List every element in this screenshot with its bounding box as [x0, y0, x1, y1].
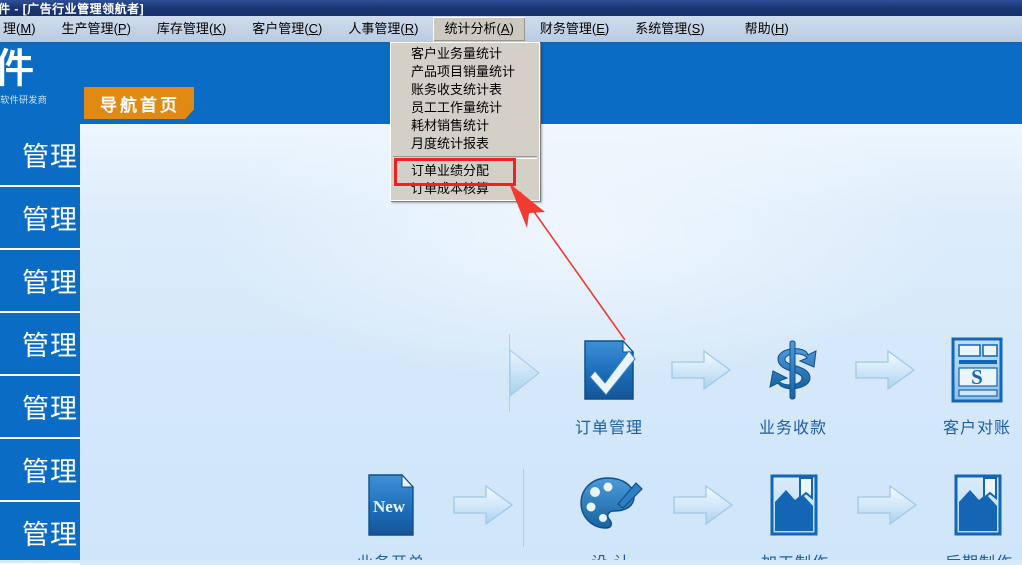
menu-accesskey: C: [308, 21, 319, 36]
sidebar-item-1[interactable]: 管理: [0, 124, 80, 187]
sidebar-item-label: 管理: [22, 142, 78, 172]
svg-text:S: S: [971, 365, 983, 389]
sidebar-item-label: 管理: [22, 268, 78, 298]
menu-option-order-cost-accounting[interactable]: 订单成本核算: [391, 180, 539, 198]
menu-label: 库存管理: [156, 21, 209, 36]
menu-option-consumable-sales[interactable]: 耗材销售统计: [391, 117, 539, 135]
window-titlebar: 件 - [广告行业管理领航者]: [0, 0, 1022, 16]
menu-accesskey: S: [691, 21, 701, 36]
menu-accesskey: K: [213, 21, 222, 36]
menu-separator: [393, 156, 537, 159]
workflow-node-label: 业务收款: [758, 420, 827, 437]
workflow-row-2: New 业务开单: [335, 469, 1022, 560]
workflow-node-processing[interactable]: 加工制作: [739, 469, 851, 560]
menu-item-statistics[interactable]: 统计分析(A): [433, 17, 525, 41]
menu-label: 帮助: [744, 21, 771, 36]
menu-accesskey: H: [774, 21, 785, 36]
checkmark-document-icon: [577, 334, 641, 406]
right-arrow-icon-1: [665, 334, 737, 406]
sidebar-item-label: 管理: [22, 205, 78, 235]
workflow-node-label: 订单管理: [574, 420, 643, 437]
sidebar-item-label: 管理: [22, 520, 78, 550]
menu-label: 生产管理: [61, 21, 114, 36]
menu-accesskey: M: [20, 21, 32, 36]
row-divider-line: [523, 469, 524, 547]
menu-item-inventory[interactable]: 库存管理(K): [146, 17, 237, 41]
app-logo-text: 软件: [0, 47, 36, 91]
row-start-pointer: [505, 334, 553, 412]
menu-option-product-sales[interactable]: 产品项目销量统计: [391, 63, 539, 81]
menu-accesskey: E: [596, 21, 605, 36]
right-arrow-icon-4: [667, 469, 739, 541]
statement-document-icon: S: [948, 334, 1006, 406]
tab-navigation-home[interactable]: 导航首页: [84, 87, 194, 119]
menu-option-order-performance-allocation[interactable]: 订单业绩分配: [391, 162, 539, 180]
menu-label: 统计分析: [444, 21, 497, 36]
workflow-row-1: 订单管理 业务收款 S 客户对账: [505, 334, 1022, 438]
triangle-pointer-icon: [509, 348, 540, 398]
new-document-icon: New: [362, 469, 420, 541]
statistics-dropdown-menu: 客户业务量统计 产品项目销量统计 账务收支统计表 员工工作量统计 耗材销售统计 …: [390, 42, 540, 201]
menu-option-monthly-report[interactable]: 月度统计报表: [391, 135, 539, 153]
right-arrow-icon-3: [447, 469, 519, 541]
sidebar-item-2[interactable]: 管理: [0, 187, 80, 250]
palette-icon: [578, 469, 644, 541]
svg-text:New: New: [373, 497, 406, 516]
window-title: 件 - [广告行业管理领航者]: [0, 1, 145, 16]
sidebar-item-5[interactable]: 管理: [0, 376, 80, 439]
menu-item-customer[interactable]: 客户管理(C): [241, 17, 333, 41]
app-logo-tagline: 业管理软件研发商: [0, 95, 48, 105]
workflow-node-design[interactable]: 设 计: [555, 469, 667, 560]
menu-accesskey: A: [500, 21, 510, 36]
workflow-node-label: 设 计: [591, 549, 630, 560]
workflow-node-label: 客户对账: [942, 420, 1011, 437]
sidebar-item-6[interactable]: 管理: [0, 439, 80, 502]
tab-label: 导航首页: [100, 95, 180, 115]
image-edit-icon: [766, 469, 824, 541]
workflow-node-customer-reconcile[interactable]: S 客户对账: [921, 334, 1022, 438]
workflow-node-post-production[interactable]: 后期制作: [923, 469, 1022, 560]
menu-label: 理: [3, 21, 17, 36]
menu-item-m[interactable]: 理(M): [0, 17, 47, 41]
menu-label: 财务管理: [539, 21, 592, 36]
row-divider-line: [509, 334, 510, 412]
menu-item-system[interactable]: 系统管理(S): [624, 17, 715, 41]
right-arrow-icon-2: [849, 334, 921, 406]
workflow-node-order-management[interactable]: 订单管理: [553, 334, 665, 438]
sidebar-item-4[interactable]: 管理: [0, 313, 80, 376]
menu-option-customer-volume[interactable]: 客户业务量统计: [391, 45, 539, 63]
image-edit-icon: [950, 469, 1008, 541]
menu-label: 系统管理: [635, 21, 688, 36]
menu-option-employee-workload[interactable]: 员工工作量统计: [391, 99, 539, 117]
menu-bar: 理(M) 生产管理(P) 库存管理(K) 客户管理(C) 人事管理(R) 统计分…: [0, 16, 1022, 43]
dollar-exchange-icon: [760, 334, 826, 406]
sidebar: 管理 管理 管理 管理 管理 管理 管理: [0, 124, 80, 565]
menu-item-production[interactable]: 生产管理(P): [51, 17, 142, 41]
workflow-node-business-receipt[interactable]: 业务收款: [737, 334, 849, 438]
workflow-node-label: 业务开单: [357, 549, 425, 560]
menu-item-hr[interactable]: 人事管理(R): [337, 17, 429, 41]
sidebar-item-label: 管理: [22, 394, 78, 424]
menu-label: 人事管理: [348, 21, 401, 36]
sidebar-item-3[interactable]: 管理: [0, 250, 80, 313]
sidebar-item-7[interactable]: 管理: [0, 502, 80, 565]
menu-item-finance[interactable]: 财务管理(E): [529, 17, 620, 41]
menu-accesskey: P: [117, 21, 127, 36]
workflow-node-label: 后期制作: [945, 549, 1013, 560]
sidebar-item-label: 管理: [22, 331, 78, 361]
workflow-node-new-order[interactable]: New 业务开单: [335, 469, 447, 560]
navigation-home-content: 订单管理 业务收款 S 客户对账 New: [80, 124, 1022, 560]
workflow-node-label: 加工制作: [761, 549, 829, 560]
right-arrow-icon-5: [851, 469, 923, 541]
row2-divider: [519, 469, 555, 547]
menu-accesskey: R: [404, 21, 415, 36]
menu-item-help[interactable]: 帮助(H): [734, 17, 800, 41]
sidebar-item-label: 管理: [22, 457, 78, 487]
menu-option-account-income-expense[interactable]: 账务收支统计表: [391, 81, 539, 99]
menu-label: 客户管理: [252, 21, 305, 36]
